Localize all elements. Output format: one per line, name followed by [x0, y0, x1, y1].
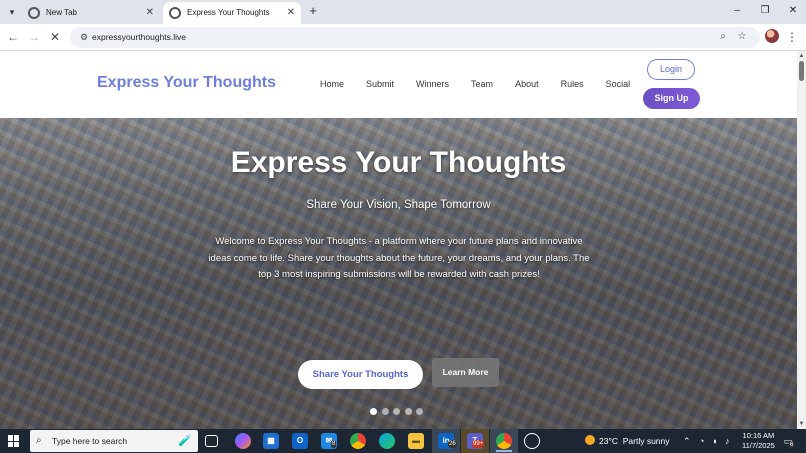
taskbar-item-linkedin[interactable]: in 26 — [432, 429, 460, 453]
site-favicon-icon — [169, 7, 181, 19]
hero-section: Express Your Thoughts Share Your Vision,… — [0, 118, 797, 429]
tab-label: Express Your Thoughts — [187, 8, 270, 17]
bookmark-star-icon[interactable]: ☆ — [735, 30, 749, 44]
notifications-badge: 6 — [789, 441, 795, 449]
tab-express-your-thoughts[interactable]: Express Your Thoughts ✕ — [163, 2, 301, 24]
site-info-icon[interactable]: ⚙ — [77, 30, 91, 44]
minimize-button[interactable]: – — [722, 2, 752, 20]
stop-loading-icon[interactable]: ✕ — [47, 29, 63, 45]
nav-submit[interactable]: Submit — [366, 79, 394, 89]
nav-social[interactable]: Social — [606, 79, 631, 89]
close-window-button[interactable]: ✕ — [778, 2, 806, 20]
site-header: Express Your Thoughts Home Submit Winner… — [0, 51, 797, 118]
page-scrollbar[interactable]: ▲ ▼ — [797, 51, 806, 429]
taskbar-search-box[interactable]: ⌕ Type here to search 🧪 — [30, 430, 198, 452]
active-indicator — [496, 450, 512, 452]
weather-temp: 23°C — [599, 436, 618, 446]
back-arrow-icon[interactable]: ← — [5, 29, 21, 45]
carousel-dot[interactable] — [404, 408, 412, 415]
carousel-dot[interactable] — [393, 408, 400, 415]
address-bar[interactable]: ⚙ expressyourthoughts.live ⌕ ☆ — [70, 27, 760, 48]
login-button[interactable]: Login — [647, 59, 695, 80]
partly-sunny-icon — [585, 435, 595, 445]
new-tab-button[interactable]: + — [306, 4, 320, 18]
windows-start-icon[interactable] — [8, 435, 20, 447]
browser-toolbar: ← → ✕ ⚙ expressyourthoughts.live ⌕ ☆ ⋮ — [0, 24, 806, 51]
windows-taskbar: ⌕ Type here to search 🧪 ▦ O ✉ 8 ▬ in 26 … — [0, 429, 806, 453]
forward-arrow-icon[interactable]: → — [26, 29, 42, 45]
zoom-icon[interactable]: ⌕ — [716, 30, 730, 44]
show-hidden-icons-icon[interactable]: ⌃ — [683, 433, 691, 449]
maximize-button[interactable]: ❐ — [750, 2, 780, 20]
taskbar-item-teams[interactable]: T 99+ — [461, 429, 489, 453]
clock-time: 10:16 AM — [742, 431, 775, 440]
site-logo[interactable]: Express Your Thoughts — [97, 74, 276, 92]
hero-subtitle: Share Your Vision, Shape Tomorrow — [306, 199, 491, 211]
outlook-icon[interactable]: O — [292, 433, 308, 449]
file-explorer-icon[interactable]: ▬ — [408, 433, 424, 449]
teams-badge: 99+ — [472, 440, 485, 448]
mail-badge: 8 — [331, 440, 337, 448]
nav-home[interactable]: Home — [320, 79, 344, 89]
browser-tab-strip: ▾ New Tab ✕ Express Your Thoughts ✕ + – … — [0, 0, 806, 24]
chrome-favicon-icon — [28, 7, 40, 19]
edge-icon[interactable] — [379, 433, 395, 449]
speaker-icon[interactable]: ◖ — [712, 433, 717, 449]
nav-team[interactable]: Team — [471, 79, 493, 89]
tab-label: New Tab — [46, 8, 77, 17]
nav-rules[interactable]: Rules — [561, 79, 584, 89]
hero-title: Express Your Thoughts — [230, 146, 567, 179]
copilot-icon[interactable] — [235, 433, 251, 449]
tab-new-tab[interactable]: New Tab ✕ — [22, 2, 160, 24]
chrome-active-icon — [496, 433, 512, 449]
volume-icon[interactable]: ♪ — [725, 433, 730, 449]
hero-description: Welcome to Express Your Thoughts - a pla… — [208, 236, 590, 280]
web-page: Express Your Thoughts Home Submit Winner… — [0, 51, 797, 429]
store-icon[interactable]: ▦ — [263, 433, 279, 449]
nav-about[interactable]: About — [515, 79, 539, 89]
taskbar-item-chrome-active[interactable] — [490, 429, 518, 453]
nav-winners[interactable]: Winners — [416, 79, 449, 89]
scroll-up-arrow-icon[interactable]: ▲ — [797, 53, 806, 59]
scroll-thumb[interactable] — [799, 61, 804, 81]
profile-avatar[interactable] — [765, 29, 779, 43]
close-tab-icon[interactable]: ✕ — [146, 2, 154, 24]
search-highlight-icon: 🧪 — [178, 435, 192, 447]
chrome-icon[interactable] — [350, 433, 366, 449]
main-nav: Home Submit Winners Team About Rules Soc… — [320, 79, 652, 89]
carousel-dot[interactable] — [381, 408, 389, 415]
system-clock[interactable]: 10:16 AM 11/7/2025 — [742, 431, 775, 451]
search-icon: ⌕ — [36, 435, 42, 446]
task-view-icon[interactable] — [205, 435, 218, 447]
url-text[interactable]: expressyourthoughts.live — [92, 27, 186, 48]
signup-button[interactable]: Sign Up — [643, 88, 700, 109]
carousel-dot[interactable] — [370, 408, 377, 415]
search-placeholder[interactable]: Type here to search — [52, 430, 127, 452]
weather-widget[interactable]: 23°C Partly sunny — [585, 433, 670, 449]
clock-date: 11/7/2025 — [742, 441, 775, 450]
weather-text: Partly sunny — [622, 436, 670, 446]
chatgpt-icon[interactable] — [524, 433, 540, 449]
scroll-down-arrow-icon[interactable]: ▼ — [797, 421, 806, 427]
network-icon[interactable]: ◔ — [699, 433, 704, 449]
share-your-thoughts-button[interactable]: Share Your Thoughts — [298, 360, 423, 389]
carousel-dot[interactable] — [416, 408, 423, 415]
carousel-indicators — [370, 408, 428, 415]
browser-menu-icon[interactable]: ⋮ — [786, 29, 798, 45]
learn-more-button[interactable]: Learn More — [432, 358, 499, 387]
tab-search-icon[interactable]: ▾ — [4, 4, 20, 20]
close-tab-icon[interactable]: ✕ — [287, 2, 295, 24]
linkedin-badge: 26 — [448, 440, 457, 448]
